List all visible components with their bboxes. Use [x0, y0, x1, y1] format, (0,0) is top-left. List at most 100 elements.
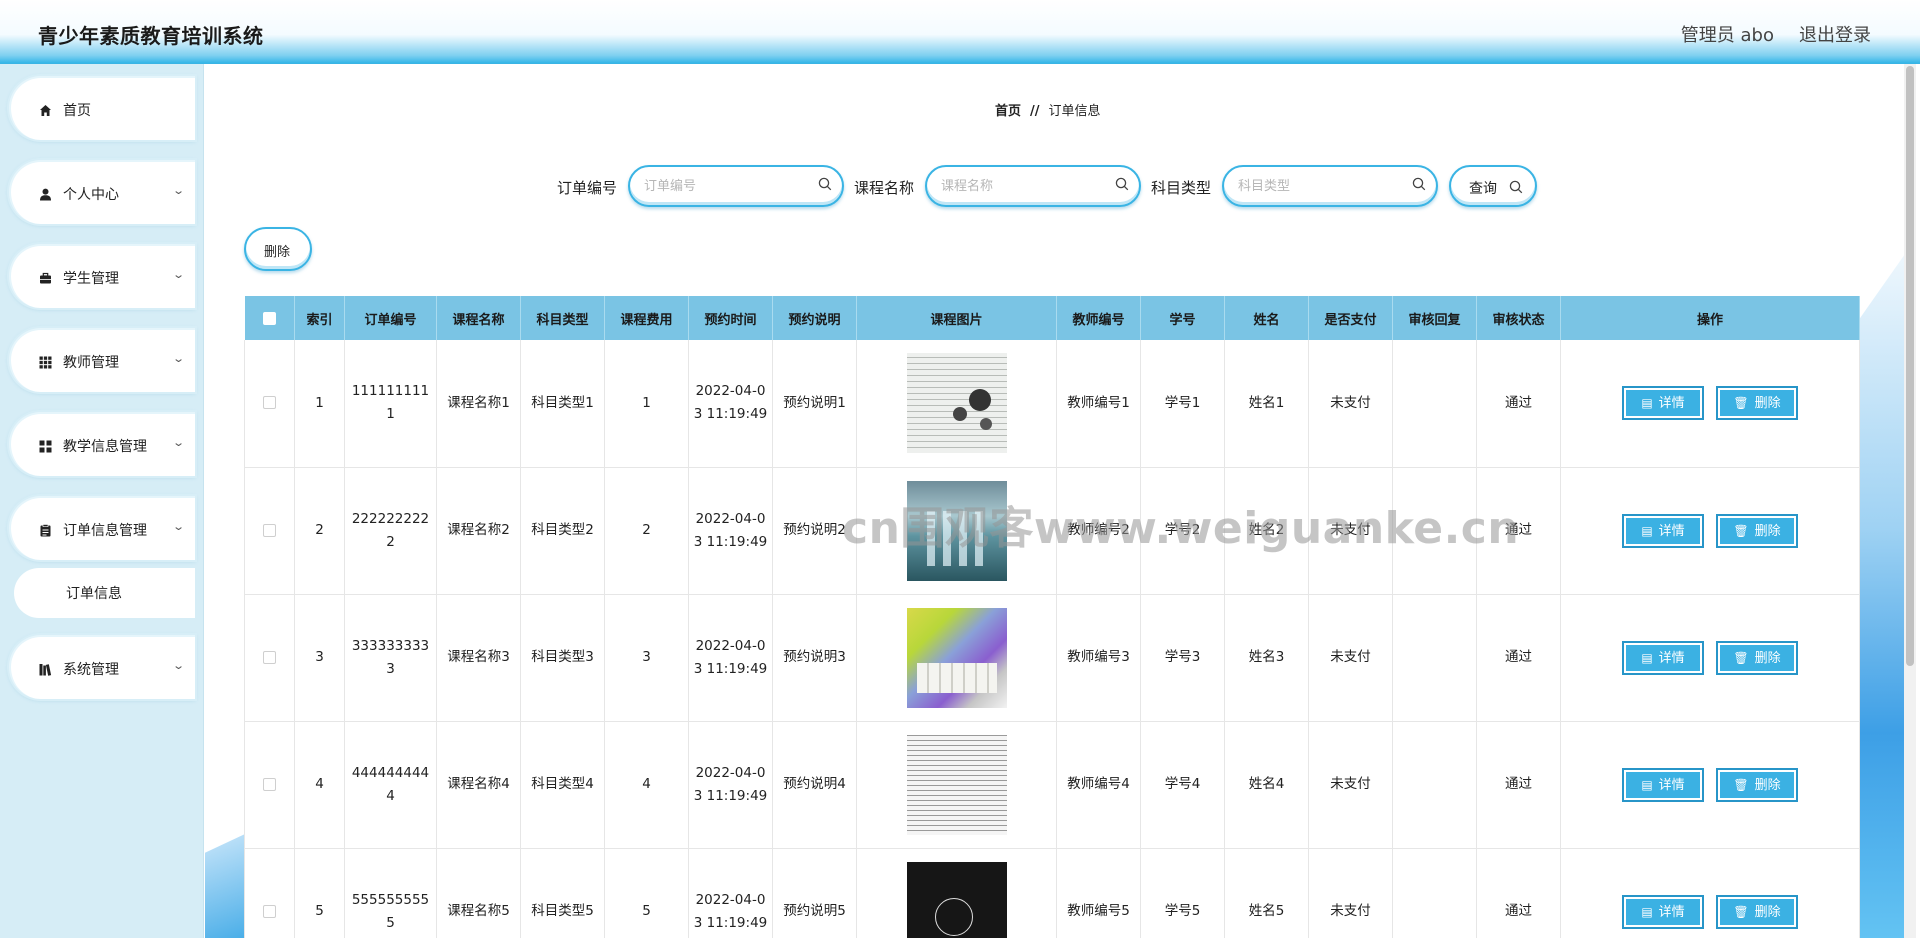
column-header: 课程费用: [604, 296, 689, 340]
delete-button[interactable]: 🗑 删除: [1716, 513, 1798, 548]
batch-delete-button[interactable]: 删除: [244, 227, 312, 271]
actions-cell: ▤ 详情 🗑 删除: [1560, 848, 1860, 938]
cell-paid: 未支付: [1308, 467, 1393, 595]
select-all-header[interactable]: [244, 296, 295, 340]
column-header: 姓名: [1224, 296, 1309, 340]
app-title: 青少年素质教育培训系统: [38, 24, 264, 48]
column-header: 课程图片: [856, 296, 1057, 340]
sidebar-item-teaching-info-management[interactable]: 教学信息管理 ⌄: [9, 412, 195, 476]
course-name-search-field[interactable]: [925, 165, 1141, 207]
cell-status: 通过: [1476, 721, 1561, 849]
chevron-down-icon: ⌄: [171, 659, 185, 672]
cell-subject: 科目类型2: [520, 467, 605, 595]
scrollbar-thumb[interactable]: [1906, 66, 1914, 666]
delete-button[interactable]: 🗑 删除: [1716, 386, 1798, 421]
sidebar-item-order-info-management[interactable]: 订单信息管理 ⌄: [9, 496, 195, 560]
chevron-down-icon: ⌄: [171, 520, 185, 533]
sidebar-item-teacher-management[interactable]: 教师管理 ⌄: [9, 328, 195, 392]
subject-type-input[interactable]: [1238, 176, 1398, 196]
detail-button-label: 详情: [1658, 650, 1685, 666]
column-header: 订单编号: [344, 296, 437, 340]
cell-fee: 1: [604, 340, 689, 468]
library-icon: [39, 663, 52, 676]
cell-order-no: 4444444444: [344, 721, 437, 849]
cell-name: 姓名2: [1224, 467, 1309, 595]
cell-order-no: 1111111111: [344, 340, 437, 468]
document-icon: ▤: [1641, 650, 1653, 665]
trash-icon: 🗑: [1733, 777, 1749, 792]
cell-student-no: 学号1: [1140, 340, 1225, 468]
row-checkbox[interactable]: [263, 904, 276, 918]
row-checkbox[interactable]: [263, 777, 276, 791]
cell-time: 2022-04-03 11:19:49: [688, 340, 773, 468]
query-button-label: 查询: [1469, 181, 1497, 197]
order-no-input[interactable]: [644, 176, 804, 196]
column-header: 是否支付: [1308, 296, 1393, 340]
row-checkbox[interactable]: [263, 396, 276, 410]
detail-button[interactable]: ▤ 详情: [1622, 894, 1704, 929]
row-select-cell[interactable]: [244, 594, 295, 722]
detail-button[interactable]: ▤ 详情: [1622, 513, 1704, 548]
delete-button[interactable]: 🗑 删除: [1716, 767, 1798, 802]
subject-type-search-field[interactable]: [1222, 165, 1438, 207]
detail-button[interactable]: ▤ 详情: [1622, 640, 1704, 675]
cell-name: 姓名3: [1224, 594, 1309, 722]
detail-button[interactable]: ▤ 详情: [1622, 386, 1704, 421]
row-checkbox[interactable]: [263, 523, 276, 537]
course-image-cell: [856, 594, 1057, 722]
cell-order-no: 5555555555: [344, 848, 437, 938]
document-icon: ▤: [1641, 904, 1653, 919]
breadcrumb-home[interactable]: 首页: [995, 104, 1021, 119]
cell-fee: 5: [604, 848, 689, 938]
cell-index: 2: [294, 467, 345, 595]
cell-fee: 3: [604, 594, 689, 722]
course-name-label: 课程名称: [854, 179, 915, 197]
chevron-down-icon: ⌄: [171, 268, 185, 281]
row-select-cell[interactable]: [244, 848, 295, 938]
chevron-down-icon: ⌄: [171, 184, 185, 197]
apps-icon: [39, 440, 52, 453]
document-icon: ▤: [1641, 396, 1653, 411]
sidebar-item-label: 系统管理: [63, 662, 119, 678]
sidebar-item-student-management[interactable]: 学生管理 ⌄: [9, 244, 195, 308]
grid-icon: [39, 356, 52, 369]
delete-button[interactable]: 🗑 删除: [1716, 640, 1798, 675]
select-all-checkbox[interactable]: [262, 311, 276, 325]
order-no-label: 订单编号: [557, 179, 618, 197]
trash-icon: 🗑: [1733, 396, 1749, 411]
column-header: 科目类型: [520, 296, 605, 340]
sidebar-item-home[interactable]: 首页: [9, 76, 195, 140]
cell-name: 姓名4: [1224, 721, 1309, 849]
search-icon: [1115, 177, 1129, 191]
sidebar-subitem-order-info[interactable]: 订单信息: [14, 568, 195, 618]
order-no-search-field[interactable]: [628, 165, 844, 207]
page-scrollbar[interactable]: [1904, 64, 1916, 938]
column-header: 教师编号: [1056, 296, 1141, 340]
query-button[interactable]: 查询: [1449, 165, 1537, 207]
row-select-cell[interactable]: [244, 467, 295, 595]
row-checkbox[interactable]: [263, 650, 276, 664]
sidebar-item-personal-center[interactable]: 个人中心 ⌄: [9, 160, 195, 224]
chevron-down-icon: ⌄: [171, 352, 185, 365]
delete-button[interactable]: 🗑 删除: [1716, 894, 1798, 929]
row-select-cell[interactable]: [244, 340, 295, 468]
breadcrumb: 首页 // 订单信息: [995, 100, 1101, 119]
course-image: [906, 607, 1007, 708]
cell-fee: 4: [604, 721, 689, 849]
actions-cell: ▤ 详情 🗑 删除: [1560, 340, 1860, 468]
user-icon: [39, 188, 52, 201]
table-row: 4 4444444444 课程名称4 科目类型4 4 2022-04-03 11:19:4…: [244, 721, 1860, 849]
search-icon: [818, 177, 832, 191]
logout-link[interactable]: 退出登录: [1799, 21, 1871, 47]
detail-button-label: 详情: [1658, 396, 1685, 412]
sidebar-item-system-management[interactable]: 系统管理 ⌄: [9, 635, 195, 699]
sidebar: 首页 个人中心 ⌄ 学生管理 ⌄ 教师管理 ⌄ 教学信息管理 ⌄ 订单信息管理 …: [0, 64, 204, 938]
sidebar-item-label: 订单信息管理: [63, 523, 147, 539]
cell-index: 3: [294, 594, 345, 722]
row-select-cell[interactable]: [244, 721, 295, 849]
current-user: 管理员 abo: [1680, 25, 1774, 46]
cell-teacher: 教师编号1: [1056, 340, 1141, 468]
course-name-input[interactable]: [941, 176, 1101, 196]
detail-button[interactable]: ▤ 详情: [1622, 767, 1704, 802]
course-image: [906, 734, 1007, 835]
